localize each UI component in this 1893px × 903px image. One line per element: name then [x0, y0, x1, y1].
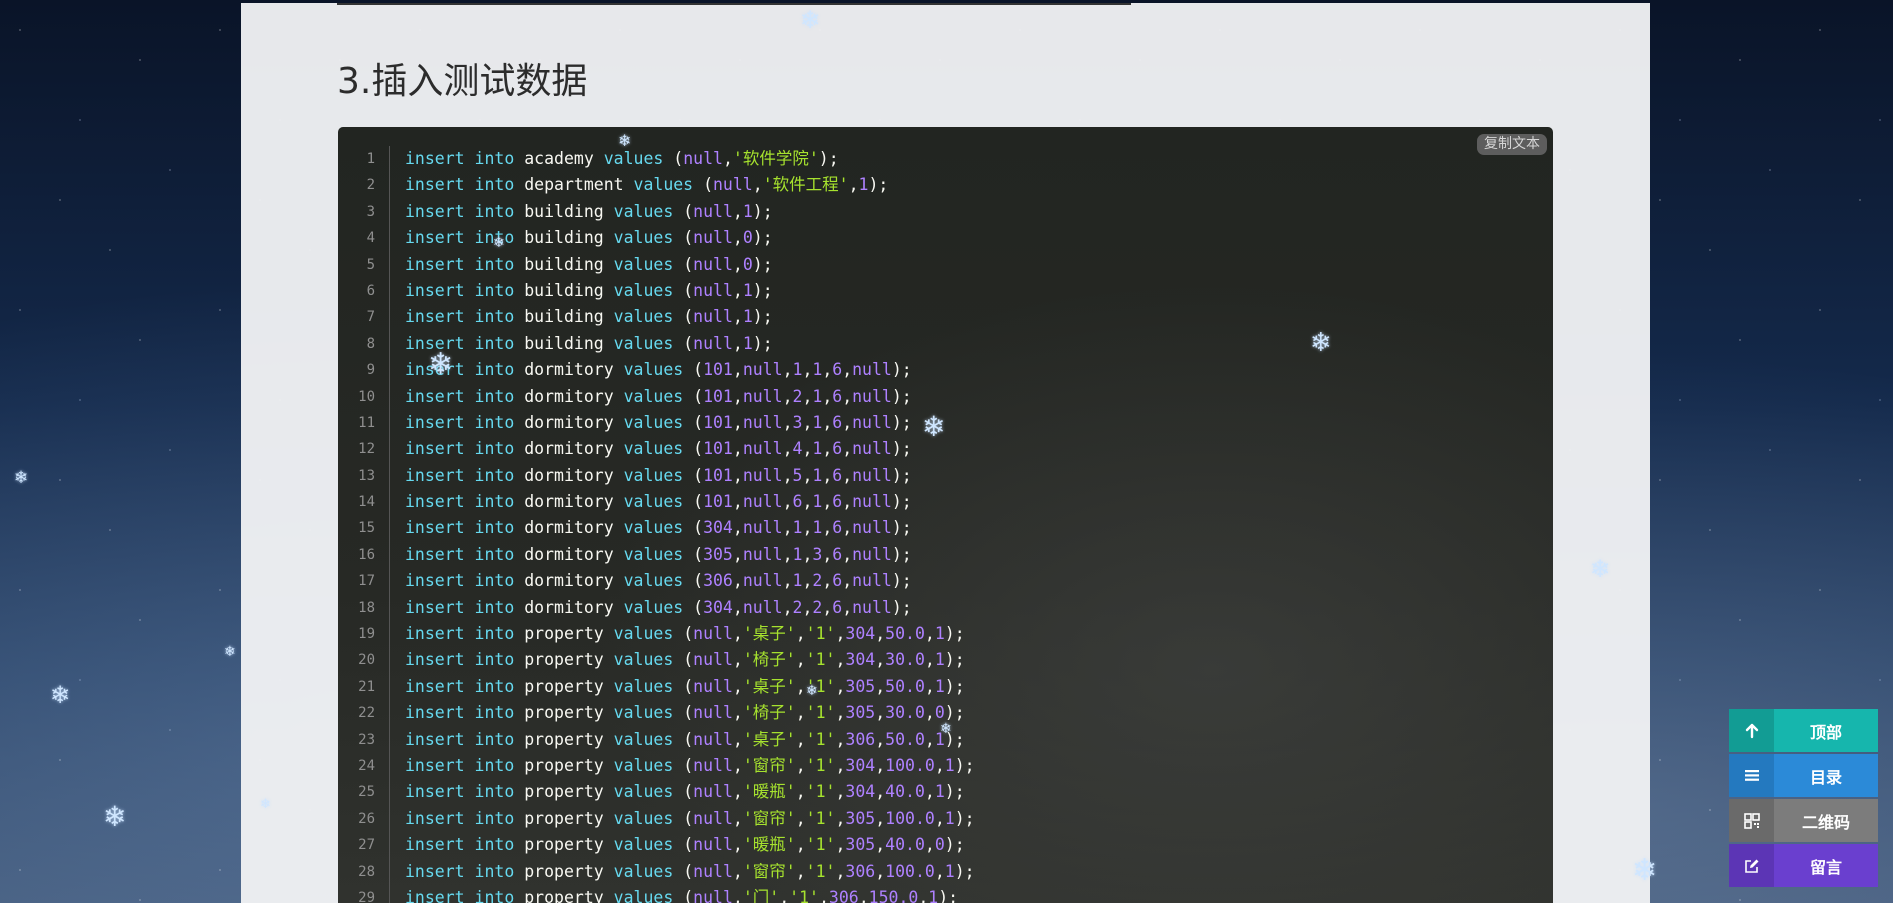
qrcode-icon	[1729, 799, 1774, 842]
leave-message-button[interactable]: 留言	[1729, 844, 1878, 887]
line-number: 2	[366, 177, 375, 194]
line-number: 26	[358, 810, 375, 827]
code-line: insert into property values (null,'暖瓶','…	[405, 835, 965, 855]
code-line: insert into property values (null,'椅子','…	[405, 703, 965, 723]
code-line: insert into dormitory values (101,null,1…	[405, 360, 912, 380]
line-number: 7	[366, 309, 375, 326]
line-number: 28	[358, 863, 375, 880]
arrow-up-icon	[1729, 709, 1774, 752]
line-number: 21	[358, 678, 375, 695]
code-line: insert into property values (null,'桌子','…	[405, 729, 965, 749]
code-line: insert into dormitory values (306,null,1…	[405, 571, 912, 591]
qrcode-label: 二维码	[1801, 812, 1850, 832]
edit-icon	[1729, 844, 1774, 887]
code-line: insert into property values (null,'门','1…	[405, 887, 959, 903]
line-number: 25	[358, 784, 375, 801]
horizontal-rule	[337, 3, 1131, 5]
code-line: insert into dormitory values (101,null,6…	[405, 492, 912, 512]
line-number: 19	[358, 626, 375, 643]
leave-message-label: 留言	[1809, 857, 1842, 877]
line-number: 13	[358, 467, 375, 484]
line-number: 1	[366, 151, 375, 167]
code-line: insert into building values (null,1);	[405, 280, 773, 300]
line-number: 12	[358, 441, 375, 458]
line-number: 8	[366, 335, 375, 352]
section-heading: 3.插入测试数据	[337, 61, 588, 102]
line-number: 29	[358, 889, 375, 903]
code-line: insert into property values (null,'暖瓶','…	[405, 782, 965, 802]
code-line: insert into property values (null,'窗帘','…	[405, 808, 975, 828]
code-line: insert into property values (null,'窗帘','…	[405, 861, 975, 881]
code-line: insert into dormitory values (101,null,2…	[405, 386, 912, 406]
line-number: 11	[358, 414, 375, 431]
code-line: insert into dormitory values (304,null,2…	[405, 597, 912, 617]
code-line: insert into building values (null,0);	[405, 254, 773, 274]
back-to-top-label: 顶部	[1809, 722, 1842, 742]
back-to-top-button[interactable]: 顶部	[1729, 709, 1878, 752]
table-of-contents-button[interactable]: 目录	[1729, 754, 1878, 797]
line-number: 5	[366, 256, 375, 273]
table-of-contents-label: 目录	[1809, 767, 1842, 787]
line-number: 10	[358, 388, 375, 405]
code-line: insert into property values (null,'桌子','…	[405, 624, 965, 644]
code-line: insert into academy values (null,'软件学院')…	[405, 149, 839, 168]
floating-nav: 顶部 目录 二维码 留言	[1729, 709, 1878, 889]
code-line: insert into dormitory values (101,null,4…	[405, 439, 912, 459]
code-line: insert into dormitory values (305,null,1…	[405, 544, 912, 564]
line-number: 20	[358, 652, 375, 669]
line-number: 24	[358, 757, 375, 774]
code-line: insert into department values (null,'软件工…	[405, 175, 889, 195]
line-number: 9	[366, 362, 375, 379]
code-block: 复制文本 1 2 3 4 5 6 7 8 9 10 11 12 13 14 15 16 17 18 19 20 21 22…	[338, 127, 1553, 903]
line-number: 27	[358, 837, 375, 854]
line-number: 18	[358, 599, 375, 616]
code-line: insert into dormitory values (101,null,5…	[405, 465, 912, 485]
code-lines: insert into academy values (null,'软件学院')…	[405, 146, 1553, 903]
qrcode-button[interactable]: 二维码	[1729, 799, 1878, 842]
line-number: 3	[366, 203, 375, 220]
line-number: 15	[358, 520, 375, 537]
code-line: insert into building values (null,0);	[405, 228, 773, 248]
line-number: 4	[366, 230, 375, 247]
code-line: insert into building values (null,1);	[405, 307, 773, 327]
code-line: insert into dormitory values (101,null,3…	[405, 412, 912, 432]
code-line: insert into property values (null,'桌子','…	[405, 676, 965, 696]
code-line: insert into property values (null,'窗帘','…	[405, 755, 975, 775]
line-number: 17	[358, 573, 375, 590]
code-line: insert into property values (null,'椅子','…	[405, 650, 965, 670]
line-number: 6	[366, 282, 375, 299]
line-number: 16	[358, 546, 375, 563]
line-number: 23	[358, 731, 375, 748]
list-icon	[1729, 754, 1774, 797]
line-number-gutter: 1 2 3 4 5 6 7 8 9 10 11 12 13 14 15 16 17 18 19 20 21 22 23 24 2…	[338, 146, 390, 903]
line-number: 14	[358, 494, 375, 511]
code-line: insert into dormitory values (304,null,1…	[405, 518, 912, 538]
code-line: insert into building values (null,1);	[405, 201, 773, 221]
code-line: insert into building values (null,1);	[405, 333, 773, 353]
line-number: 22	[358, 705, 375, 722]
